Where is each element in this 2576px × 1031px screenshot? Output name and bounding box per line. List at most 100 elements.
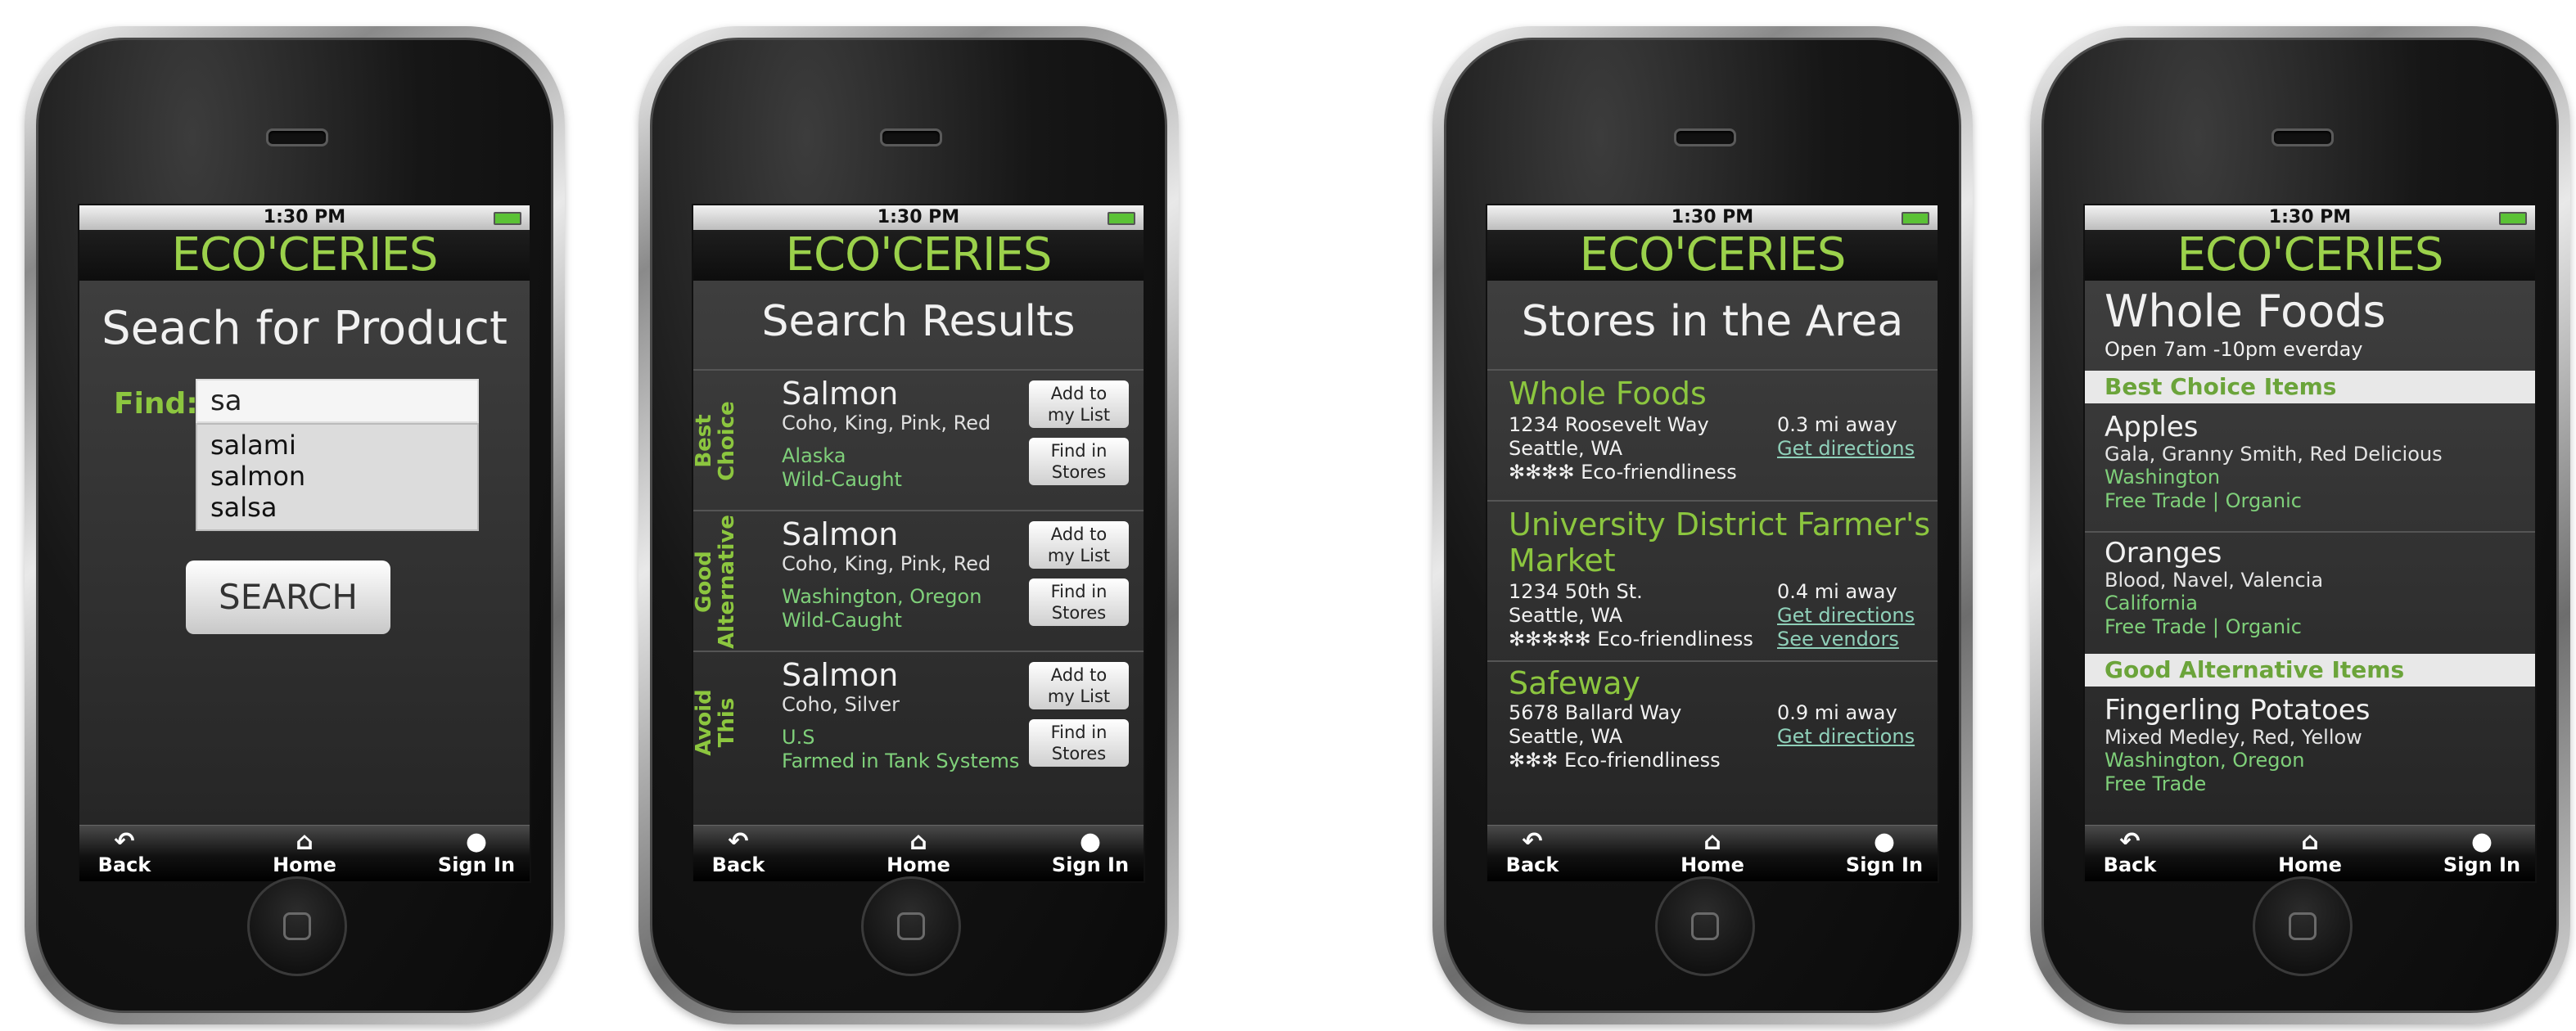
tab-signin[interactable]: ● Sign In — [431, 826, 521, 876]
back-arrow-icon: ↶ — [1522, 827, 1543, 856]
button-line: Stores — [1051, 744, 1107, 763]
page-title: Stores in the Area — [1521, 297, 1904, 346]
product-name: Salmon — [782, 657, 899, 693]
list-item[interactable]: Apples Gala, Granny Smith, Red Delicious… — [2105, 412, 2535, 513]
store-card[interactable]: University District Farmer's Market 1234… — [1487, 500, 1938, 662]
get-directions-link[interactable]: Get directions — [1777, 437, 1915, 461]
tab-back[interactable]: ↶ Back — [2085, 826, 2175, 876]
label-line: Best — [693, 414, 716, 468]
phone-results: 1:30 PM ECO'CERIES Search Results Best Ch… — [638, 26, 1179, 1024]
tab-signin[interactable]: ● Sign In — [1839, 826, 1929, 876]
phone-search: 1:30 PM ECO'CERIES Seach for Product Fin… — [25, 26, 565, 1024]
tab-home[interactable]: ⌂ Home — [1667, 826, 1757, 876]
product-name: Salmon — [782, 376, 899, 412]
tab-back[interactable]: ↶ Back — [1487, 826, 1577, 876]
tab-bar: ↶ Back ⌂ Home ● Sign In — [79, 825, 530, 881]
screen-search: 1:30 PM ECO'CERIES Seach for Product Fin… — [78, 204, 531, 883]
list-item[interactable]: Oranges Blood, Navel, Valencia Californi… — [2105, 538, 2535, 639]
button-line: Add to — [1050, 384, 1108, 403]
tab-back[interactable]: ↶ Back — [79, 826, 169, 876]
item-origin: Washington, Oregon — [2105, 749, 2305, 772]
product-types: Coho, King, Pink, Red — [782, 412, 991, 434]
store-card[interactable]: Safeway 5678 Ballard Way Seattle, WA ✻✻✻… — [1487, 660, 1938, 801]
home-hardware-button[interactable] — [1655, 876, 1755, 976]
star-icons: ✻✻✻ — [1509, 749, 1559, 772]
item-name: Fingerling Potatoes — [2105, 694, 2371, 727]
tab-bar: ↶ Back ⌂ Home ● Sign In — [1487, 825, 1938, 881]
product-method: Wild-Caught — [782, 609, 902, 632]
item-origin: California — [2105, 592, 2198, 615]
add-to-list-button[interactable]: Add to my List — [1029, 521, 1129, 569]
tab-signin[interactable]: ● Sign In — [1045, 826, 1135, 876]
button-line: Find in — [1050, 723, 1108, 742]
label-line: Choice — [715, 401, 739, 481]
eco-label: Eco-friendliness — [1581, 461, 1737, 484]
get-directions-link[interactable]: Get directions — [1777, 604, 1915, 628]
suggestion-item[interactable]: salmon — [210, 461, 464, 492]
find-in-stores-button[interactable]: Find in Stores — [1029, 719, 1129, 767]
tab-back[interactable]: ↶ Back — [693, 826, 783, 876]
star-icons: ✻✻✻✻ — [1509, 461, 1575, 484]
result-section-good: Good Alternative Salmon Coho, King, Pink,… — [693, 510, 1144, 652]
home-hardware-button[interactable] — [861, 876, 961, 976]
store-name-line2: Market — [1509, 543, 1616, 579]
add-to-list-button[interactable]: Add to my List — [1029, 380, 1129, 428]
square-icon — [1691, 912, 1719, 940]
get-directions-link[interactable]: Get directions — [1777, 725, 1915, 749]
home-hardware-button[interactable] — [247, 876, 347, 976]
see-vendors-link[interactable]: See vendors — [1777, 628, 1899, 651]
store-detail-content: Whole Foods Open 7am -10pm everday Best … — [2085, 281, 2535, 826]
result-section-best: Best Choice Salmon Coho, King, Pink, Red … — [693, 369, 1144, 511]
screen-stores: 1:30 PM ECO'CERIES Stores in the Area Wh… — [1486, 204, 1939, 883]
section-label: Best Choice — [693, 371, 739, 511]
search-button[interactable]: SEARCH — [186, 561, 390, 634]
add-to-list-button[interactable]: Add to my List — [1029, 662, 1129, 709]
store-card[interactable]: Whole Foods 1234 Roosevelt Way Seattle, … — [1487, 369, 1938, 502]
earpiece-speaker — [880, 128, 942, 146]
label-line: Good — [693, 551, 716, 613]
star-icons: ✻✻✻✻✻ — [1509, 628, 1591, 651]
tab-label: Back — [2103, 853, 2157, 876]
eco-label: Eco-friendliness — [1597, 628, 1753, 651]
tab-label: Sign In — [1051, 853, 1130, 876]
good-alternative-band: Good Alternative Items — [2085, 654, 2535, 687]
home-hardware-button[interactable] — [2253, 876, 2353, 976]
home-icon: ⌂ — [1703, 827, 1721, 856]
item-varieties: Blood, Navel, Valencia — [2105, 569, 2324, 592]
store-city: Seattle, WA — [1509, 604, 1623, 627]
tab-home[interactable]: ⌂ Home — [873, 826, 963, 876]
screen-store-detail: 1:30 PM ECO'CERIES Whole Foods Open 7am … — [2083, 204, 2537, 883]
store-city: Seattle, WA — [1509, 725, 1623, 748]
button-line: my List — [1047, 687, 1111, 706]
eco-rating: ✻✻✻✻✻ Eco-friendliness — [1509, 628, 1753, 651]
user-icon: ● — [2470, 827, 2493, 856]
label-line: Alternative — [715, 515, 739, 649]
earpiece-speaker — [2271, 128, 2334, 146]
list-item[interactable]: Fingerling Potatoes Mixed Medley, Red, Y… — [2105, 695, 2535, 796]
earpiece-speaker — [266, 128, 328, 146]
tab-label: Sign In — [437, 853, 516, 876]
find-in-stores-button[interactable]: Find in Stores — [1029, 438, 1129, 485]
store-distance: 0.3 mi away — [1777, 413, 1897, 436]
product-origin: U.S — [782, 726, 815, 749]
product-origin: Alaska — [782, 444, 846, 467]
divider — [2085, 531, 2535, 533]
home-icon: ⌂ — [295, 827, 314, 856]
tab-home[interactable]: ⌂ Home — [259, 826, 350, 876]
tab-signin[interactable]: ● Sign In — [2437, 826, 2527, 876]
search-content: Seach for Product Find: sa salami salmon… — [79, 281, 530, 826]
store-distance: 0.9 mi away — [1777, 701, 1897, 724]
stores-content: Stores in the Area Whole Foods 1234 Roos… — [1487, 281, 1938, 826]
phone-body: 1:30 PM ECO'CERIES Whole Foods Open 7am … — [2041, 38, 2559, 1013]
product-method: Wild-Caught — [782, 468, 902, 491]
status-time: 1:30 PM — [877, 207, 960, 227]
find-in-stores-button[interactable]: Find in Stores — [1029, 579, 1129, 626]
screen-results: 1:30 PM ECO'CERIES Search Results Best Ch… — [692, 204, 1145, 883]
suggestion-item[interactable]: salami — [210, 430, 464, 461]
tab-home[interactable]: ⌂ Home — [2265, 826, 2355, 876]
app-logo: ECO'CERIES — [693, 230, 1144, 281]
product-types: Coho, King, Pink, Red — [782, 552, 991, 575]
section-label: Avoid This — [693, 652, 739, 793]
suggestion-item[interactable]: salsa — [210, 492, 464, 523]
search-input[interactable]: sa — [196, 379, 479, 423]
